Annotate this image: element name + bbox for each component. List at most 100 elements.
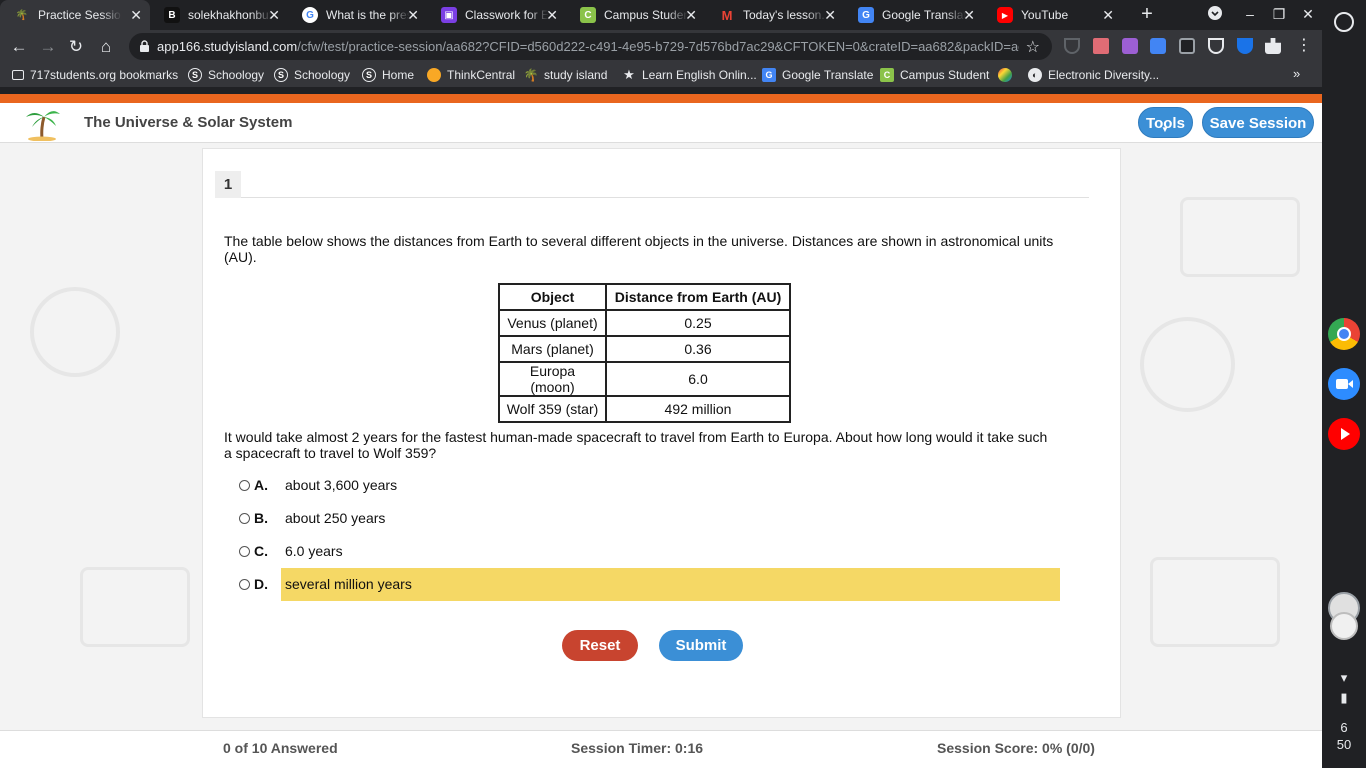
restore-icon[interactable]: ❐ [1269,5,1289,23]
choice-text[interactable]: about 250 years [281,502,1060,535]
tab-classwork[interactable]: ▣ Classwork for Earth ✕ [427,0,566,30]
purple-extension-icon[interactable] [1122,38,1138,54]
bookmark-schoology-2[interactable]: S Schoology [274,67,350,83]
choice-letter: D. [254,576,268,592]
bookmark-google-translate[interactable]: G Google Translate [762,67,873,83]
reload-icon[interactable]: ↻ [65,36,87,58]
bookmark-campus-student[interactable]: C Campus Student [880,67,989,83]
tab-todays-lesson[interactable]: M Today's lesson... ✕ [705,0,844,30]
close-tab-icon[interactable]: ✕ [1102,7,1114,23]
menu-kebab-icon[interactable]: ⋮ [1296,37,1312,55]
table-header: Object [498,283,607,311]
close-tab-icon[interactable]: ✕ [407,7,419,23]
chrome-icon[interactable] [1328,318,1360,350]
close-tab-icon[interactable]: ✕ [130,7,142,23]
tab-youtube[interactable]: ▶ YouTube ✕ [983,0,1122,30]
radio-button[interactable] [239,546,250,557]
tab-search-icon[interactable] [1205,5,1225,25]
radio-button[interactable] [239,480,250,491]
star-icon: ★ [623,67,635,82]
battery-icon[interactable]: ▮ [1322,690,1366,706]
submit-button[interactable]: Submit [659,630,743,661]
home-icon[interactable]: ⌂ [95,36,117,58]
radio-button[interactable] [239,579,250,590]
zoom-icon[interactable] [1328,368,1360,400]
page-top-gap [0,87,1322,94]
answer-choice-c[interactable]: C. 6.0 years [233,535,1063,568]
bookmark-label: Campus Student [900,68,990,82]
tab-google-translate[interactable]: G Google Translate ✕ [844,0,983,30]
close-tab-icon[interactable]: ✕ [963,7,975,23]
table-cell: 0.25 [605,309,791,337]
choice-text-highlighted[interactable]: several million years [281,568,1060,601]
question-number-bar: 1 [215,171,1089,198]
choice-text[interactable]: about 3,600 years [281,469,1060,502]
close-tab-icon[interactable]: ✕ [685,7,697,23]
youtube-favicon-icon: ▶ [997,7,1013,23]
bookmark-label: Schoology [208,68,265,82]
shield-extension-icon[interactable] [1064,38,1080,54]
answer-choice-a[interactable]: A. about 3,600 years [233,469,1063,502]
clock-hour[interactable]: 6 [1322,720,1366,735]
choice-letter: B. [254,510,268,526]
youtube-icon[interactable] [1328,418,1360,450]
bookmark-schoology-1[interactable]: S Schoology [188,67,264,83]
bookmark-label: 717students.org bookmarks [30,68,179,82]
user-avatar-2[interactable] [1330,612,1358,640]
bookmark-label: Home [382,68,415,82]
tab-practice-session[interactable]: 🌴 Practice Session ✕ [0,0,150,30]
more-bookmarks-icon[interactable]: » [1293,66,1300,81]
cast-extension-icon[interactable] [1179,38,1195,54]
choice-text[interactable]: 6.0 years [281,535,1060,568]
close-tab-icon[interactable]: ✕ [824,7,836,23]
close-tab-icon[interactable]: ✕ [268,7,280,23]
tab-campus-student[interactable]: C Campus Student ✕ [566,0,705,30]
minimize-icon[interactable]: – [1240,5,1260,23]
table-row: Venus (planet) 0.25 [498,309,791,337]
question-number[interactable]: 1 [215,171,241,198]
bookmark-electronic-diversity[interactable]: ◐ Electronic Diversity... [1028,67,1159,83]
back-icon[interactable]: ← [8,36,30,58]
shield-outline-extension-icon[interactable] [1208,38,1224,54]
radio-button[interactable] [239,513,250,524]
bookmark-home[interactable]: S Home [362,67,414,83]
translate-icon: G [762,68,776,82]
tools-button[interactable]: Tools ▼ [1138,107,1193,138]
translate-favicon-icon: G [858,7,874,23]
close-tab-icon[interactable]: ✕ [546,7,558,23]
campus-favicon-icon: C [580,7,596,23]
table-cell: Venus (planet) [498,309,607,337]
table-cell: Wolf 359 (star) [498,395,607,423]
translate-extension-icon[interactable] [1150,38,1166,54]
gmail-favicon-icon: M [721,7,733,23]
answer-choice-b[interactable]: B. about 250 years [233,502,1063,535]
reset-button[interactable]: Reset [562,630,638,661]
bookmarks-bar: 717students.org bookmarks S Schoology S Sc… [0,63,1322,87]
bookmark-learn-english[interactable]: ★ Learn English Onlin... [622,67,757,83]
bookmark-colorful[interactable] [998,67,1018,83]
clock-minute[interactable]: 50 [1322,737,1366,752]
table-cell: Mars (planet) [498,335,607,363]
wifi-icon[interactable]: ▾ [1322,670,1366,686]
bookmark-study-island[interactable]: 🌴 study island [524,67,608,83]
blue-shield-extension-icon[interactable] [1237,38,1253,54]
close-window-icon[interactable]: ✕ [1298,5,1318,23]
new-tab-icon[interactable]: + [1137,4,1157,24]
bookmark-717students[interactable]: 717students.org bookmarks [12,67,178,83]
forward-icon[interactable]: → [37,36,59,58]
table-row: Mars (planet) 0.36 [498,335,791,363]
tab-solekhakhonbuzurg[interactable]: B solekhakhonbuzurg ✕ [150,0,288,30]
address-bar[interactable]: app166.studyisland.com/cfw/test/practice… [129,33,1052,60]
url-host: app166.studyisland.com [157,39,298,54]
puzzle-extensions-icon[interactable] [1265,38,1281,54]
tab-what-is-the-present[interactable]: G What is the present ✕ [288,0,427,30]
launcher-icon[interactable] [1334,12,1354,32]
bookmark-star-icon[interactable]: ☆ [1026,37,1040,57]
red-extension-icon[interactable] [1093,38,1109,54]
answer-choice-d[interactable]: D. several million years [233,568,1063,601]
choice-letter: A. [254,477,268,493]
caret-down-icon: ▼ [1161,125,1169,134]
table-header: Distance from Earth (AU) [605,283,791,311]
save-session-button[interactable]: Save Session [1202,107,1314,138]
bookmark-thinkcentral[interactable]: ThinkCentral [427,67,515,83]
